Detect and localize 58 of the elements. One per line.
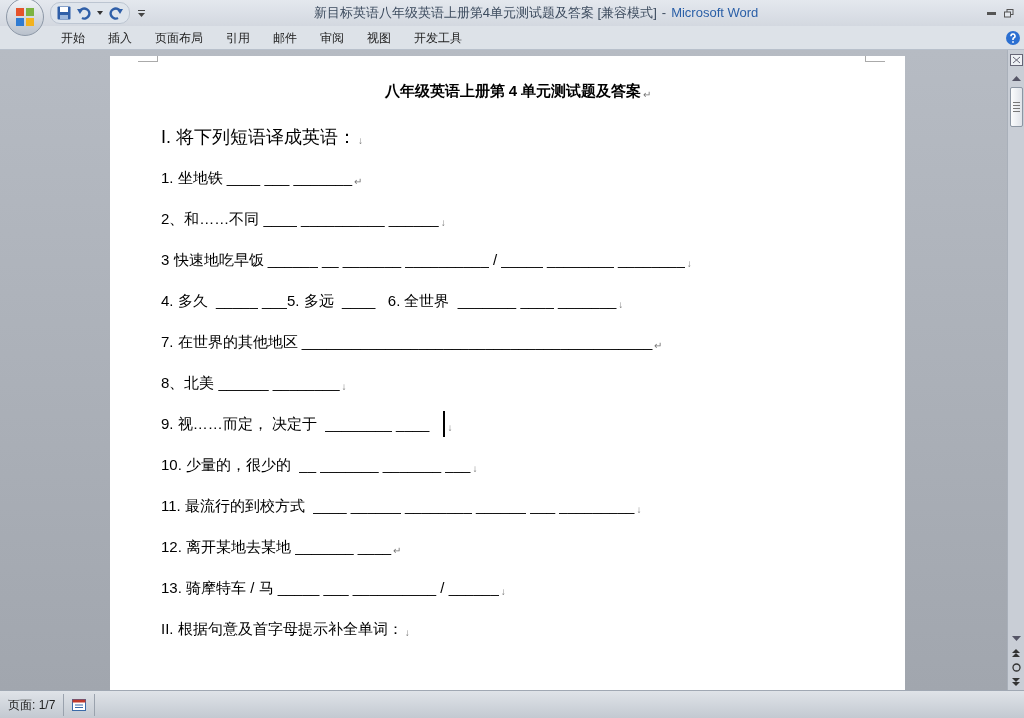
title-separator: - [661,4,667,23]
redo-icon[interactable] [109,6,123,20]
office-logo-icon [15,7,35,27]
paragraph-mark: ↓ [440,216,446,230]
exercise-line: 2、和……不同 ____ __________ ______ [161,208,439,229]
exercise-line: 11. 最流行的到校方式 ____ ______ ________ ______ ___ _________ [161,495,635,516]
paragraph-mark: ↵ [354,175,362,189]
exercise-line: 9. 视……而定， 决定于 ________ ____ [161,413,430,434]
paragraph-mark: ↵ [643,88,652,102]
exercise-line: 13. 骑摩特车 / 马 _____ ___ __________ / ______ [161,577,499,598]
exercise-line: 7. 在世界的其他地区 __________________________________________ [161,331,653,352]
paragraph-mark: ↓ [686,257,692,271]
page-count[interactable]: 页面: 1/7 [0,693,65,716]
office-button[interactable] [6,0,44,36]
exercise-line: 8、北美 ______ ________ [161,372,340,393]
paragraph-mark: ↓ [404,626,410,640]
app-name: Microsoft Word [671,4,759,23]
exercise-line: 1. 坐地铁 ____ ___ _______ [161,167,352,188]
exercise-line: 4. 多久 _____ ___5. 多远 ____ 6. 全世界 _______ ____ _______ [161,290,617,311]
scroll-thumb[interactable] [1009,87,1023,127]
ruler-toggle-icon[interactable] [1009,54,1023,66]
exercise-line: 3 快速地吃早饭 ______ __ _______ __________ / _____ ________ ________ [161,249,685,270]
paragraph-mark: ↓ [472,462,478,476]
paragraph-mark: ↓ [341,380,347,394]
paragraph-mark: ↵ [654,339,663,353]
restore-icon[interactable] [1004,8,1014,18]
customize-menu-icon[interactable] [138,9,145,17]
paragraph-mark: ↓ [500,585,506,599]
help-icon[interactable] [1006,30,1020,45]
document-title: 八年级英语上册第 4 单元测试题及答案 [384,80,642,101]
ribbon-tab[interactable]: 插入 [97,26,143,49]
ribbon-tab[interactable]: 审阅 [309,26,355,49]
ribbon-tab[interactable]: 引用 [215,26,261,49]
paragraph-mark: ↵ [393,544,402,558]
minimize-icon[interactable] [987,11,996,15]
section-heading: II. 根据句意及首字母提示补全单词： [161,618,403,639]
exercise-line: 10. 少量的，很少的 __ _______ _______ ___ [161,454,471,475]
ribbon-tab[interactable]: 开始 [50,26,96,49]
scroll-down-icon[interactable] [1011,636,1021,641]
paragraph-mark: ↓ [447,421,453,435]
save-icon[interactable] [57,6,71,20]
undo-icon[interactable] [77,6,91,20]
previous-page-icon[interactable] [1012,649,1020,657]
paragraph-mark: ↓ [358,134,363,148]
caret-icon[interactable] [97,11,103,15]
paragraph-mark: ↓ [636,503,642,517]
section-heading: I. 将下列短语译成英语： [161,125,356,149]
layout-view-icon[interactable] [72,698,87,711]
exercise-line: 12. 离开某地去某地 _______ ____ [161,536,392,557]
browse-object-icon[interactable] [1011,663,1021,672]
ribbon-tab[interactable]: 开发工具 [403,26,473,49]
paragraph-mark: ↓ [618,298,624,312]
ribbon-tab[interactable]: 视图 [356,26,402,49]
ribbon-tab[interactable]: 页面布局 [144,26,214,49]
next-page-icon[interactable] [1012,678,1020,686]
ribbon-tab[interactable]: 邮件 [262,26,308,49]
window-title: 新目标英语八年级英语上册第4单元测试题及答案 [兼容模式] [313,4,657,23]
scroll-up-icon[interactable] [1011,76,1021,81]
